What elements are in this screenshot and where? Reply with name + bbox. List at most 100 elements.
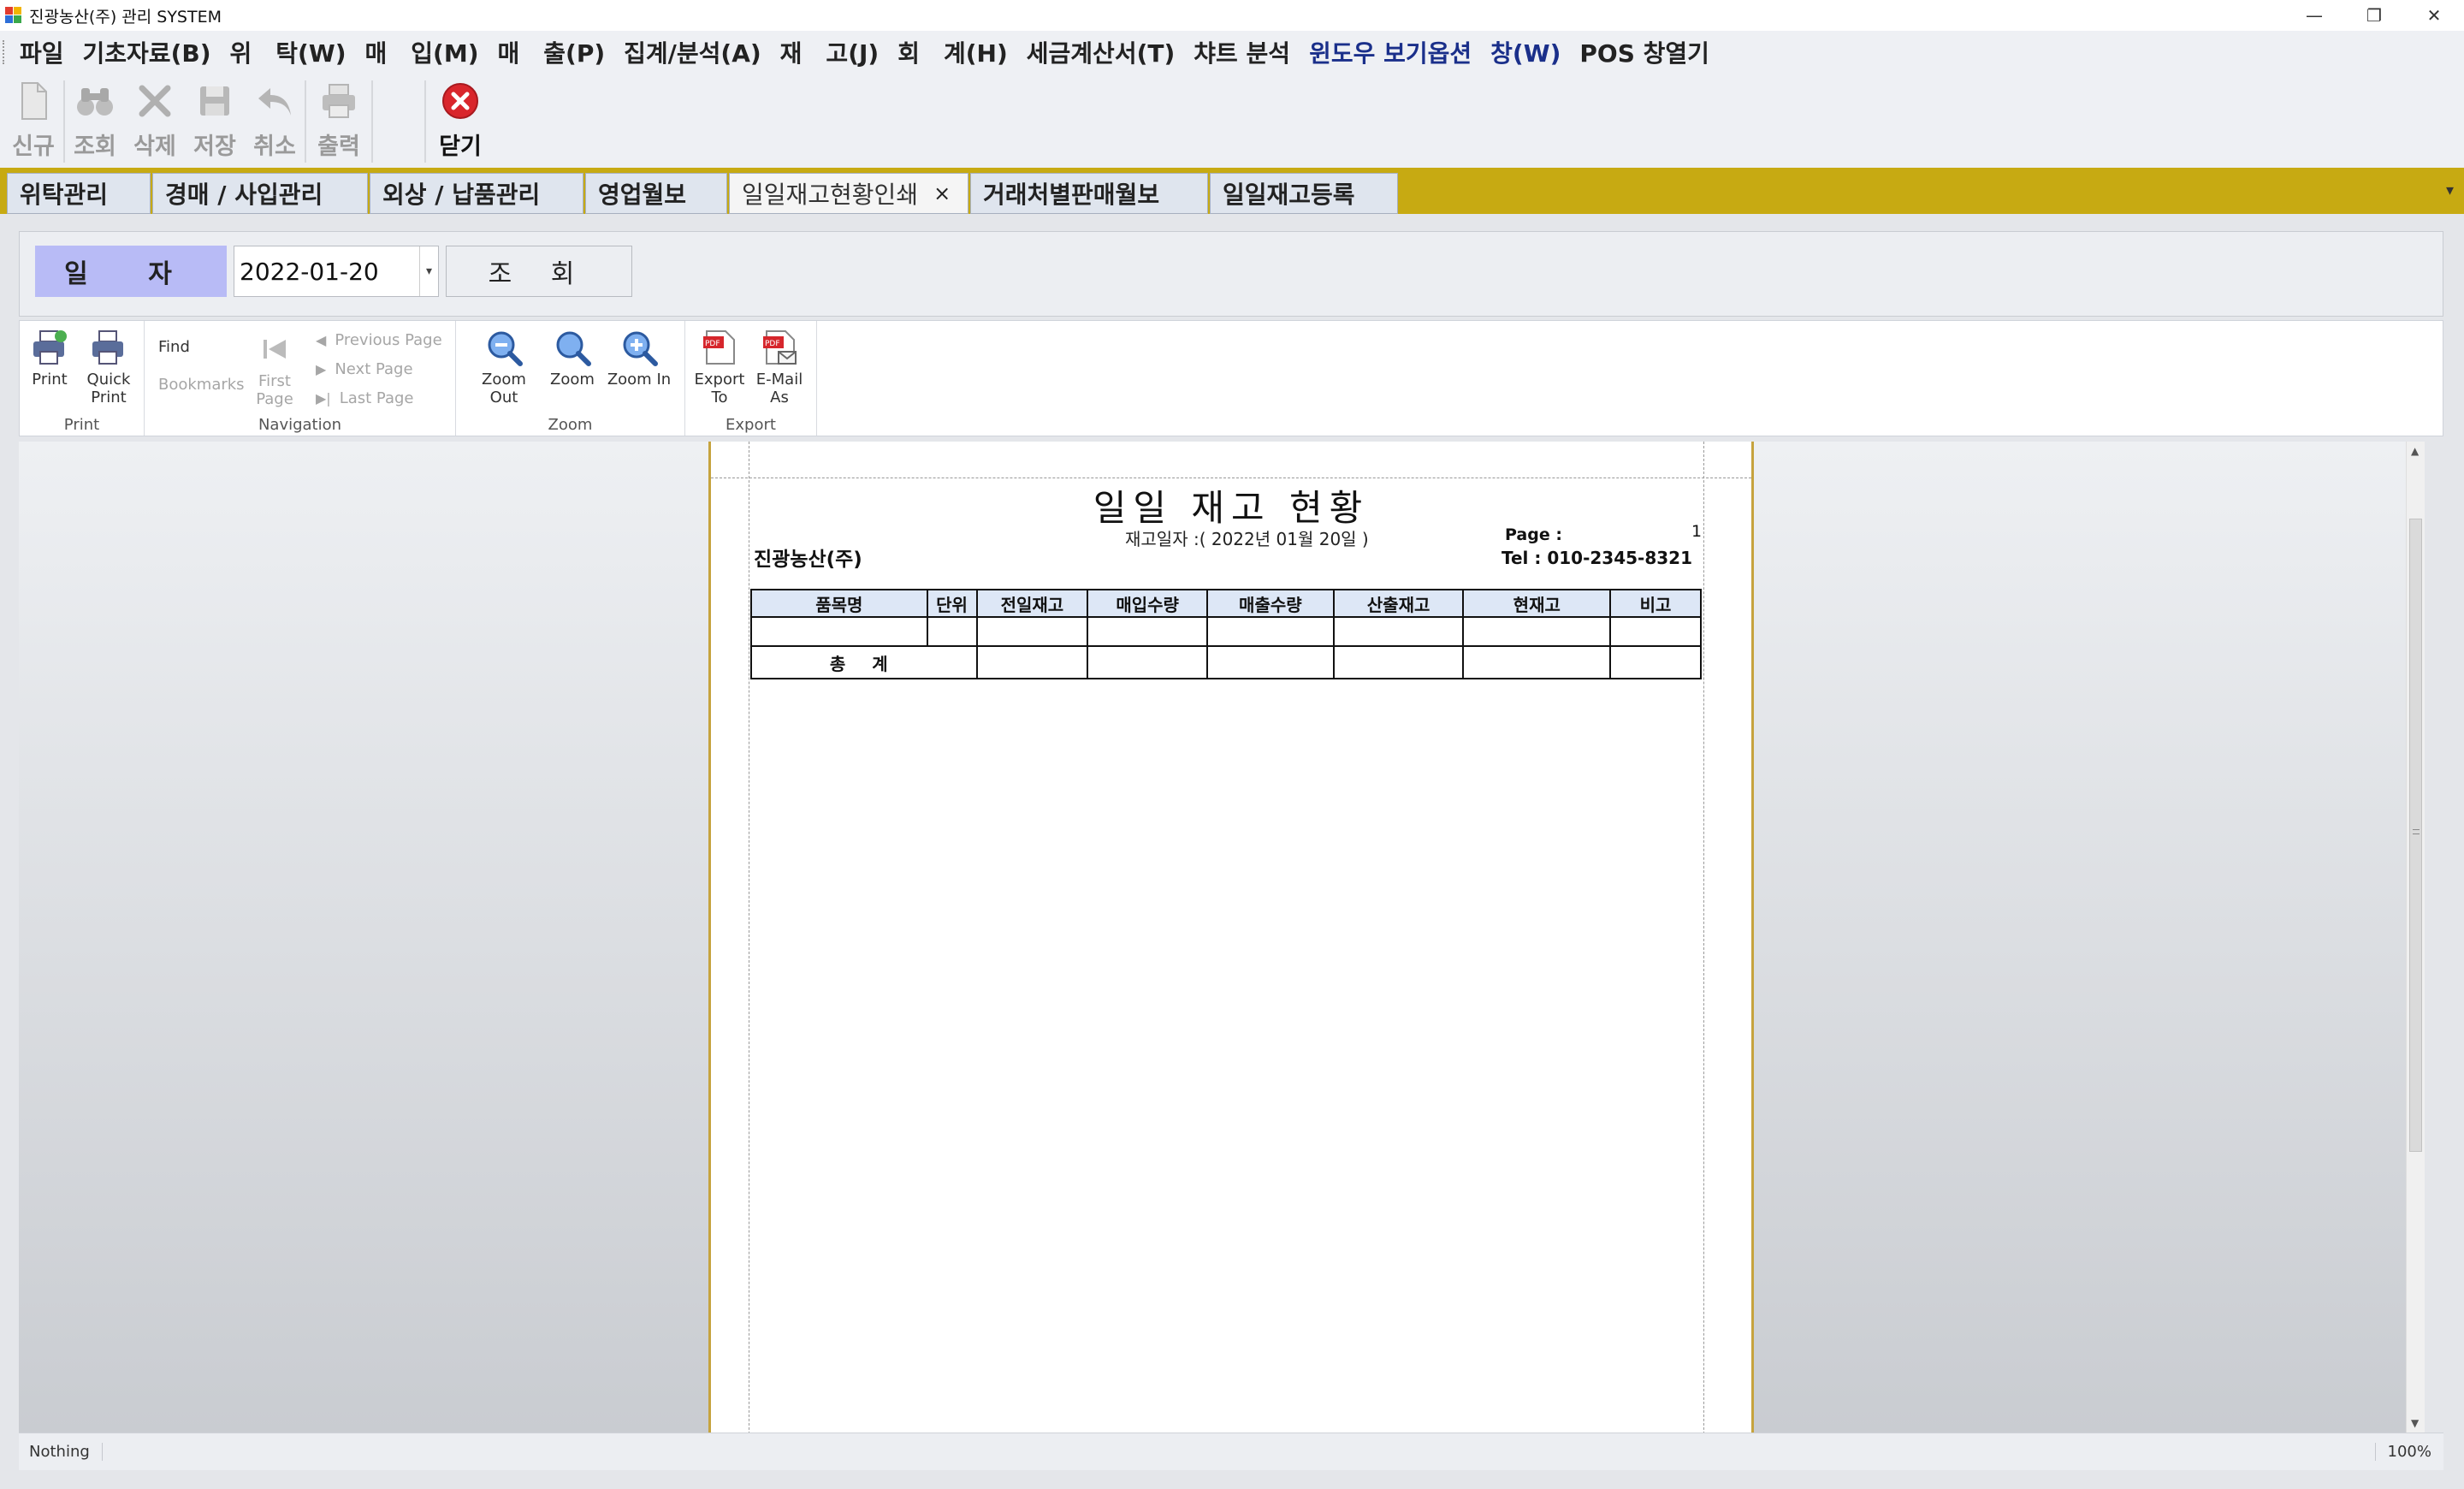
tab-credit-delivery[interactable]: 외상 / 납품관리 [370,173,583,214]
report-date-caption: 재고일자 :( 2022년 01월 20일 ) [1125,529,1369,549]
scrollbar-thumb[interactable] [2409,519,2422,1152]
scroll-down-icon[interactable]: ▼ [2411,1417,2419,1429]
quick-print-button[interactable]: Quick Print [83,328,134,406]
new-document-icon [21,82,47,120]
date-picker[interactable]: 2022-01-20 ▾ [234,246,439,297]
zoom-in-button[interactable]: Zoom In [607,328,672,389]
main-content: 일 자 2022-01-20 ▾ 조 회 Print Quick Print P… [0,214,2464,1489]
previous-page-button[interactable]: ◀ Previous Page [316,331,442,349]
menu-analysis[interactable]: 집계/분석(A) [624,35,761,69]
tab-daily-inventory-register[interactable]: 일일재고등록 [1210,173,1398,214]
menu-accounting[interactable]: 회 계(H) [897,35,1008,69]
menu-sales[interactable]: 매 출(P) [498,35,606,69]
table-cell [975,616,1089,647]
zoom-icon [556,331,591,366]
minimize-button[interactable]: — [2284,0,2344,31]
menu-purchase[interactable]: 매 입(M) [365,35,479,69]
tab-customer-monthly-sales[interactable]: 거래처별판매월보 [970,173,1208,214]
floppy-disk-icon [200,86,229,116]
report-page-number: 1 [1691,522,1703,541]
print-preview-area[interactable]: 일일 재고 현황 재고일자 :( 2022년 01월 20일 ) 진광농산(주)… [19,442,2425,1433]
title-bar: 진광농산(주) 관리 SYSTEM — ❐ ✕ [0,0,2464,31]
export-to-button[interactable]: PDF Export To [694,328,745,406]
column-header: 매입수량 [1087,589,1208,618]
tab-daily-inventory-print[interactable]: 일일재고현황인쇄 × [729,173,968,214]
zoom-button[interactable]: Zoom [547,328,598,389]
vertical-scrollbar[interactable]: ▲ ▼ [2406,442,2425,1433]
menu-file[interactable]: 파일 [20,35,64,69]
svg-text:PDF: PDF [705,340,720,348]
last-page-button[interactable]: ▶| Last Page [316,389,414,407]
table-cell [1332,645,1465,679]
ribbon-group-export: PDF Export To PDF E-Mail As Export [685,321,817,436]
main-toolbar: 신규 조회 삭제 저장 취소 출력 닫기 [0,74,2464,168]
menu-chart-analysis[interactable]: 챠트 분석 [1194,35,1290,69]
tab-monthly-sales[interactable]: 영업월보 [585,173,727,214]
print-output-button[interactable]: 출력 [306,74,371,168]
cancel-button[interactable]: 취소 [245,74,305,168]
close-circle-icon [442,83,478,119]
preview-status-bar: Nothing 100% [19,1433,2443,1470]
report-page-label: Page : [1505,525,1562,544]
column-header: 단위 [926,589,978,618]
delete-button[interactable]: 삭제 [125,74,185,168]
tab-list-dropdown-icon[interactable]: ▾ [2446,181,2454,199]
table-cell [1609,645,1702,679]
margin-guide [1703,442,1704,1433]
printer-icon [323,84,355,118]
menu-window-options[interactable]: 윈도우 보기옵션 [1309,35,1472,69]
table-cell [1462,645,1612,679]
email-as-button[interactable]: PDF E-Mail As [752,328,807,406]
window-title: 진광농산(주) 관리 SYSTEM [29,7,222,27]
next-page-button[interactable]: ▶ Next Page [316,360,413,378]
new-button[interactable]: 신규 [3,74,63,168]
find-button[interactable]: Find [158,338,190,356]
date-value[interactable]: 2022-01-20 [234,258,419,286]
date-label: 일 자 [35,246,227,297]
scroll-up-icon[interactable]: ▲ [2411,445,2419,457]
menu-basic-data[interactable]: 기초자료(B) [83,35,211,69]
close-form-button[interactable]: 닫기 [426,74,495,168]
table-total-row: 총 계 [750,645,1702,679]
date-dropdown-icon[interactable]: ▾ [419,246,438,296]
menu-window[interactable]: 창(W) [1490,35,1561,69]
restore-button[interactable]: ❐ [2344,0,2404,31]
search-button[interactable]: 조회 [65,74,125,168]
first-page-button[interactable]: First Page [251,329,299,408]
query-button[interactable]: 조 회 [446,246,632,297]
inventory-table: 품목명 단위 전일재고 매입수량 매출수량 산출재고 현재고 비고 총 계 [750,589,1702,679]
document-tab-strip: 위탁관리 경매 / 사입관리 외상 / 납품관리 영업월보 일일재고현황인쇄 × … [0,168,2464,214]
table-cell [750,616,928,647]
table-cell [1332,616,1465,647]
column-header: 비고 [1609,589,1702,618]
column-header: 매출수량 [1206,589,1335,618]
pdf-export-icon: PDF [703,330,735,365]
menu-consignment[interactable]: 위 탁(W) [230,35,346,69]
column-header: 현재고 [1462,589,1612,618]
table-cell [926,616,978,647]
menu-bar: 파일 기초자료(B) 위 탁(W) 매 입(M) 매 출(P) 집계/분석(A)… [0,31,2464,74]
bookmarks-button[interactable]: Bookmarks [158,376,245,394]
zoom-level[interactable]: 100% [2374,1443,2431,1461]
status-text: Nothing [19,1443,103,1461]
tab-consignment[interactable]: 위탁관리 [7,173,151,214]
save-button[interactable]: 저장 [185,74,245,168]
tab-close-icon[interactable]: × [933,181,951,205]
table-cell [1609,616,1702,647]
toolbar-separator [371,80,373,163]
report-company-name: 진광농산(주) [754,549,862,571]
table-header-row: 품목명 단위 전일재고 매입수량 매출수량 산출재고 현재고 비고 [750,589,1702,618]
zoom-out-button[interactable]: Zoom Out [468,328,540,406]
print-button[interactable]: Print [30,328,69,389]
tab-auction-purchase[interactable]: 경매 / 사입관리 [152,173,368,214]
menu-tax-invoice[interactable]: 세금계산서(T) [1027,35,1176,69]
menu-inventory[interactable]: 재 고(J) [780,35,880,69]
menu-pos-open[interactable]: POS 창열기 [1579,35,1709,69]
next-page-icon: ▶ [316,361,327,377]
close-window-button[interactable]: ✕ [2404,0,2464,31]
binoculars-icon [77,88,113,116]
zoom-out-icon [488,331,523,366]
table-cell [1462,616,1612,647]
app-icon [5,7,22,24]
table-cell [1206,616,1335,647]
